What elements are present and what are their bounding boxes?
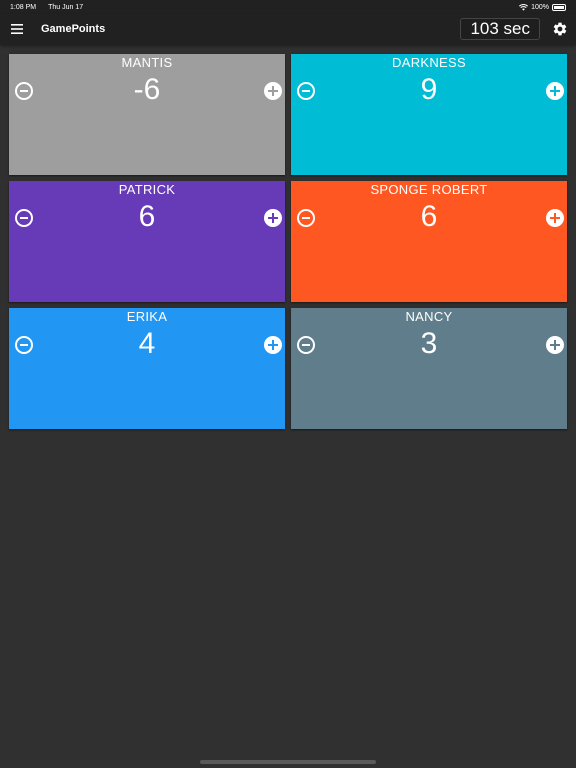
player-score: 3 xyxy=(420,327,438,360)
plus-circle-icon[interactable] xyxy=(264,82,282,100)
player-score: -6 xyxy=(133,73,161,106)
timer-display[interactable]: 103 sec xyxy=(460,18,540,40)
minus-circle-icon[interactable] xyxy=(297,82,315,100)
player-score: 6 xyxy=(420,200,438,233)
player-card: ERIKA 4 xyxy=(9,308,285,429)
player-name: ERIKA xyxy=(126,309,168,324)
app-title: GamePoints xyxy=(41,23,106,35)
player-card: DARKNESS 9 xyxy=(291,54,567,175)
menu-icon[interactable] xyxy=(10,22,24,36)
plus-circle-icon[interactable] xyxy=(546,336,564,354)
player-name: MANTIS xyxy=(121,55,173,70)
player-card: NANCY 3 xyxy=(291,308,567,429)
player-score: 9 xyxy=(420,73,438,106)
status-bar: 1:08 PM Thu Jun 17 100% xyxy=(0,0,576,14)
player-card: SPONGE ROBERT 6 xyxy=(291,181,567,302)
player-name: NANCY xyxy=(405,309,453,324)
plus-circle-icon[interactable] xyxy=(546,82,564,100)
status-date: Thu Jun 17 xyxy=(48,3,84,11)
minus-circle-icon[interactable] xyxy=(15,336,33,354)
player-score: 4 xyxy=(138,327,156,360)
wifi-icon xyxy=(519,3,529,11)
player-name: SPONGE ROBERT xyxy=(370,182,488,197)
plus-circle-icon[interactable] xyxy=(264,209,282,227)
plus-circle-icon[interactable] xyxy=(264,336,282,354)
battery-percent: 100% xyxy=(531,3,549,11)
status-time: 1:08 PM xyxy=(10,3,37,11)
app-bar: GamePoints 103 sec xyxy=(0,14,576,44)
player-name: DARKNESS xyxy=(392,55,466,70)
minus-circle-icon[interactable] xyxy=(297,209,315,227)
minus-circle-icon[interactable] xyxy=(15,209,33,227)
gear-icon[interactable] xyxy=(552,21,568,37)
player-grid: MANTIS -6 DARKNESS 9 PATRICK 6 SPONGE RO… xyxy=(9,54,568,429)
plus-circle-icon[interactable] xyxy=(546,209,564,227)
battery-icon xyxy=(552,3,566,11)
player-card: PATRICK 6 xyxy=(9,181,285,302)
player-card: MANTIS -6 xyxy=(9,54,285,175)
player-name: PATRICK xyxy=(118,182,176,197)
player-score: 6 xyxy=(138,200,156,233)
minus-circle-icon[interactable] xyxy=(15,82,33,100)
minus-circle-icon[interactable] xyxy=(297,336,315,354)
home-indicator[interactable] xyxy=(200,760,376,764)
